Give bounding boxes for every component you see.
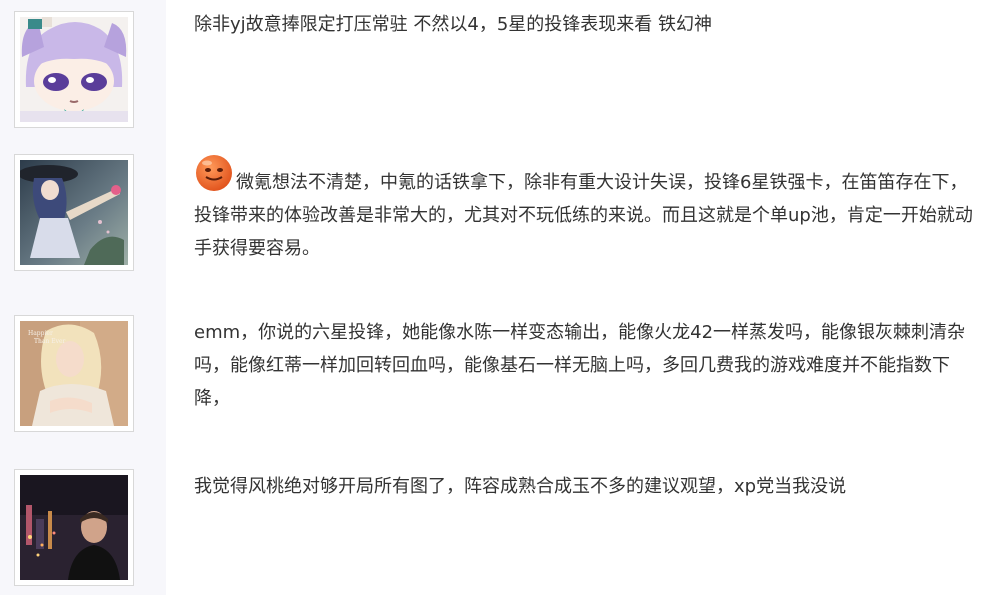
svg-text:Happier: Happier bbox=[28, 330, 53, 337]
orange-face-emoji bbox=[194, 152, 234, 192]
comment-text: 除非yj故意捧限定打压常驻 不然以4，5星的投锋表现来看 铁幻神 bbox=[194, 14, 712, 35]
comment-text: 微氪想法不清楚，中氪的话铁拿下，除非有重大设计失误，投锋6星铁强卡，在笛笛存在下… bbox=[194, 152, 982, 265]
user-avatar[interactable]: Happier Than Ever bbox=[14, 315, 134, 432]
comment-text: emm，你说的六星投锋，她能像水陈一样变态输出，能像火龙42一样蒸发吗，能像银灰… bbox=[194, 322, 966, 409]
user-avatar[interactable] bbox=[14, 469, 134, 586]
comment-text-body: 微氪想法不清楚，中氪的话铁拿下，除非有重大设计失误，投锋6星铁强卡，在笛笛存在下… bbox=[194, 172, 973, 259]
user-avatar[interactable] bbox=[14, 154, 134, 271]
comment-text: 我觉得风桃绝对够开局所有图了，阵容成熟合成玉不多的建议观望，xp党当我没说 bbox=[194, 476, 847, 497]
svg-text:Than Ever: Than Ever bbox=[34, 338, 66, 345]
user-avatar[interactable] bbox=[14, 11, 134, 128]
